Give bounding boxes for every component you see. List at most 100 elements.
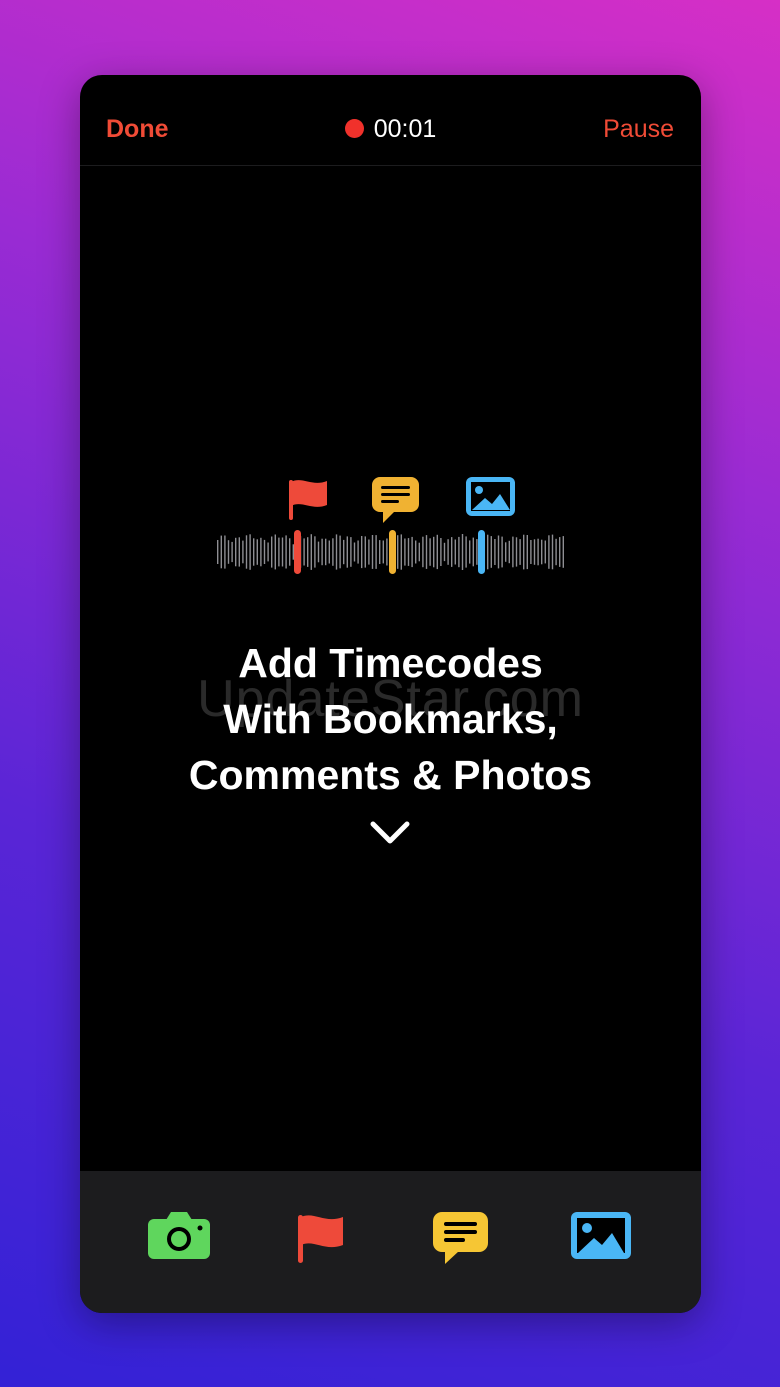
waveform-bar	[555, 538, 557, 566]
waveform-bar	[386, 538, 388, 566]
waveform-bar	[346, 536, 348, 568]
waveform-bar	[227, 540, 230, 564]
bottom-toolbar	[80, 1171, 701, 1313]
waveform-bar	[343, 539, 345, 565]
waveform-bar	[443, 542, 446, 562]
waveform-bar	[487, 534, 489, 570]
photo-icon	[466, 477, 515, 516]
waveform-bar	[249, 534, 251, 570]
headline-line: Add Timecodes	[238, 640, 543, 686]
waveform-bar	[425, 535, 428, 569]
waveform-bar	[512, 536, 514, 568]
waveform-bar	[519, 539, 521, 565]
waveform-bar	[515, 537, 518, 567]
camera-icon[interactable]	[148, 1211, 212, 1261]
waveform-bar	[497, 535, 500, 569]
waveform-bar	[281, 537, 284, 567]
waveform-bar	[537, 538, 539, 566]
waveform-bar	[415, 540, 417, 564]
photo-icon[interactable]	[570, 1211, 632, 1261]
waveform-bar	[245, 535, 248, 569]
waveform-bar	[476, 539, 478, 565]
comment-icon[interactable]	[432, 1211, 490, 1265]
waveform-bar	[461, 534, 464, 570]
waveform-bar	[314, 536, 316, 568]
waveform-bar	[339, 535, 341, 569]
waveform-bar	[418, 542, 420, 562]
waveform-bar	[404, 538, 406, 566]
waveform-bar	[548, 535, 550, 569]
waveform-bar	[422, 536, 424, 568]
waveform-bar	[458, 536, 460, 568]
waveform-bar	[357, 540, 359, 564]
phone-screen: Done 00:01 Pause UpdateStar.com Add Time…	[80, 75, 701, 1313]
waveform-bar	[541, 539, 543, 565]
waveform-bar	[350, 537, 352, 567]
waveform-bar	[217, 540, 219, 564]
waveform-bar	[411, 536, 413, 568]
chevron-down-icon[interactable]	[369, 820, 411, 846]
waveform-bar	[454, 539, 456, 565]
waveform-bar	[310, 534, 312, 570]
waveform-bar	[224, 535, 226, 569]
comment-marker	[389, 530, 396, 574]
waveform-bar	[321, 538, 323, 566]
waveform-bar	[465, 536, 467, 568]
waveform-bar	[253, 538, 255, 566]
waveform-bar	[494, 539, 496, 565]
waveform-bar	[368, 539, 370, 565]
waveform-bar	[436, 534, 438, 570]
waveform-bar	[231, 541, 233, 563]
flag-icon[interactable]	[297, 1213, 345, 1263]
waveform-bar	[379, 540, 381, 564]
waveform-bar	[451, 537, 453, 567]
waveform-bar	[278, 537, 280, 567]
waveform-bar	[469, 540, 471, 564]
comment-icon	[372, 477, 419, 523]
waveform-bar	[472, 537, 474, 567]
waveform-bar	[307, 537, 309, 567]
waveform-bar	[429, 538, 431, 566]
waveform-bar	[440, 538, 442, 566]
waveform-bar	[382, 540, 384, 564]
waveform-bar	[353, 542, 356, 562]
waveform-bar	[303, 538, 305, 566]
waveform-bar	[285, 535, 287, 569]
waveform-bar	[267, 542, 269, 562]
waveform-bar	[292, 544, 294, 560]
waveform-bar	[335, 534, 338, 570]
waveform-bar	[325, 538, 327, 566]
waveform-bar	[530, 540, 532, 564]
waveform-bar	[289, 538, 291, 566]
waveform-bar	[238, 537, 240, 567]
flag-icon	[289, 480, 327, 520]
bookmark-marker	[294, 530, 301, 574]
waveform-bar	[407, 538, 410, 566]
waveform-bar	[526, 535, 528, 570]
waveform-bar	[533, 539, 536, 565]
waveform-bar	[551, 534, 554, 570]
waveform-bar	[317, 541, 320, 563]
waveform-bar	[447, 539, 449, 565]
waveform-bar	[523, 534, 525, 570]
waveform-bar	[271, 536, 273, 568]
waveform-bar	[375, 535, 377, 569]
waveform-bar	[361, 536, 363, 569]
waveform-bar	[508, 540, 510, 564]
waveform-bar	[433, 536, 435, 568]
waveform-bar	[371, 535, 374, 569]
headline-line: With Bookmarks,	[223, 696, 558, 742]
waveform-bar	[242, 540, 244, 564]
waveform-bar	[562, 536, 564, 568]
waveform-bar	[397, 535, 399, 569]
waveform-bar	[332, 538, 334, 566]
waveform-bar	[400, 534, 402, 570]
onboarding-headline: Add Timecodes With Bookmarks, Comments &…	[80, 635, 701, 803]
waveform-bar	[235, 537, 237, 567]
waveform-bar	[220, 535, 222, 569]
waveform-bar	[263, 539, 266, 564]
waveform-bar	[260, 537, 262, 567]
headline-line: Comments & Photos	[188, 752, 593, 798]
waveform-bar	[501, 536, 503, 568]
waveform-bar	[559, 537, 561, 567]
